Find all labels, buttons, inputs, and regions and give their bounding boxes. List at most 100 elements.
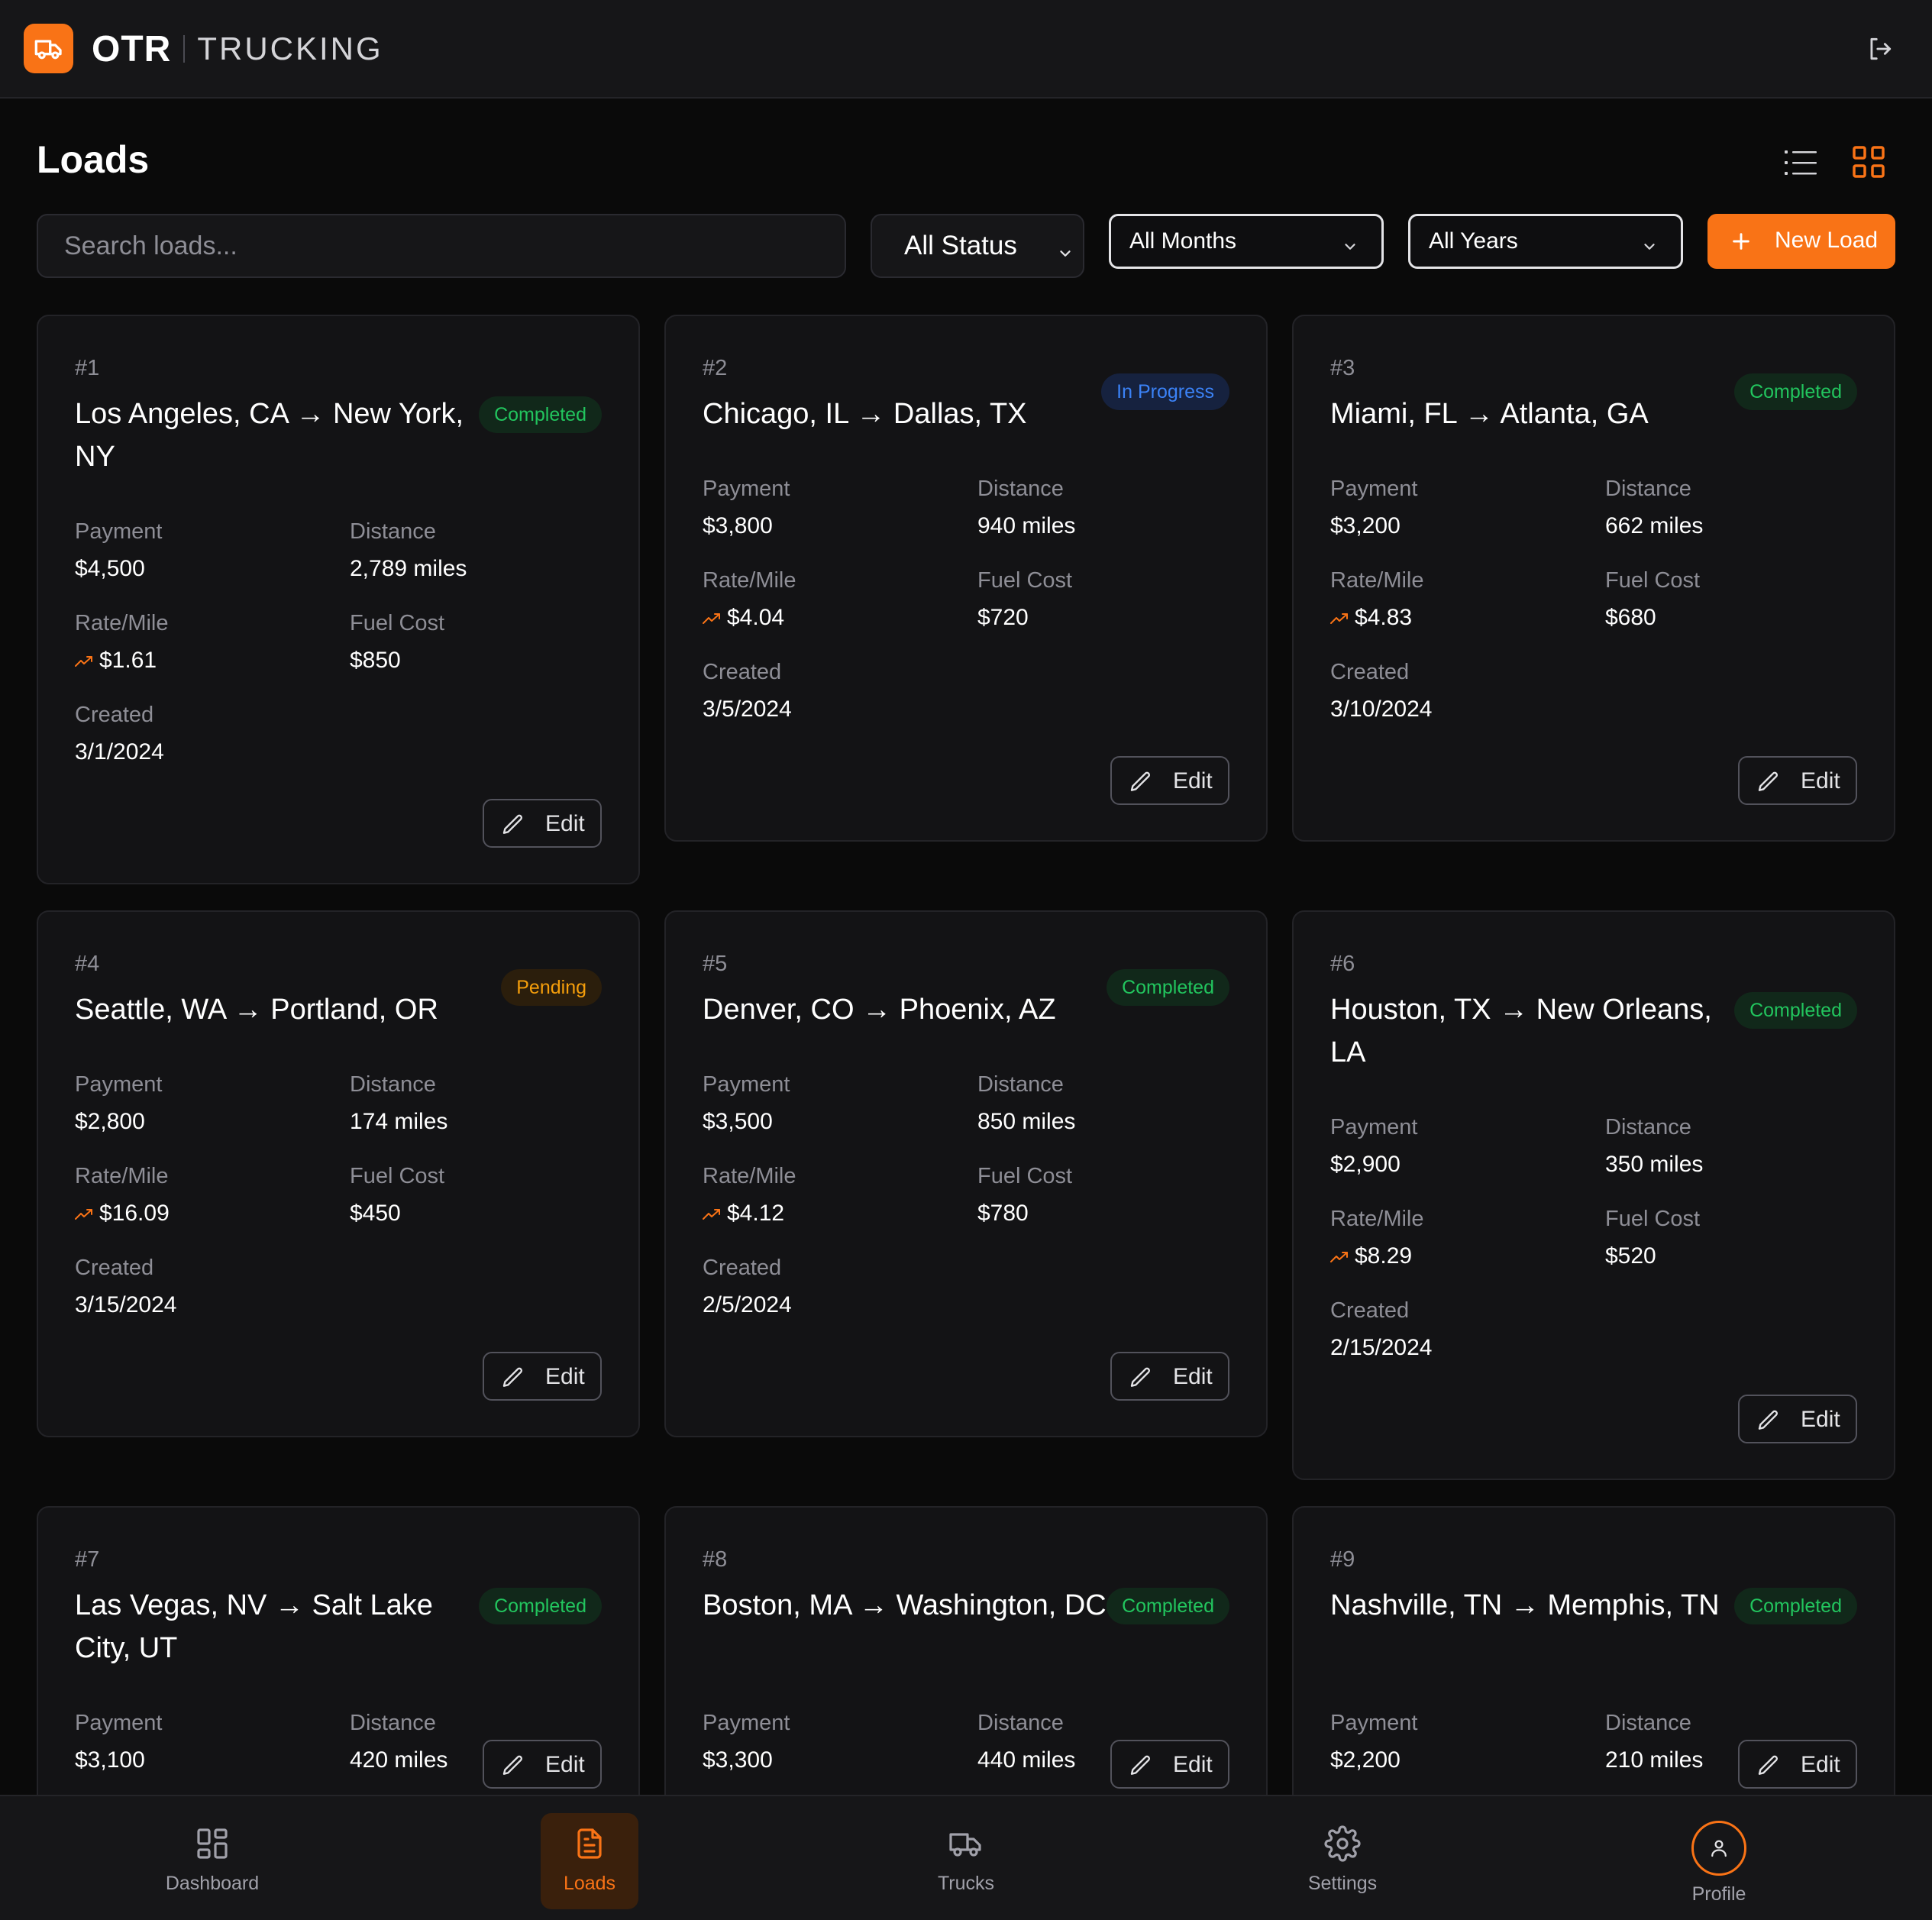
status-badge: Completed [1734,992,1857,1029]
document-icon [577,1828,602,1859]
edit-button[interactable]: Edit [1738,1395,1857,1443]
nav-profile-label: Profile [1691,1883,1746,1905]
truck-icon [949,1833,981,1857]
nav-dashboard[interactable]: Dashboard [163,1813,261,1909]
payment-label: Payment [703,1711,790,1735]
status-badge: In Progress [1101,373,1229,410]
edit-button[interactable]: Edit [1110,756,1229,805]
load-card[interactable]: #7 Las Vegas, NV → Salt Lake City, UT Comp… [37,1506,640,1918]
load-card[interactable]: #3 Miami, FL → Atlanta, GA Completed Paymen… [1292,315,1895,842]
rate-label: Rate/Mile [75,611,169,635]
payment-amount: $3,300 [703,1747,773,1773]
payment-amount: $3,500 [703,1109,773,1134]
rate-value: $8.29 [1330,1243,1412,1269]
fuel-amount: $450 [350,1201,401,1226]
trending-up-icon [703,605,721,631]
pencil-icon [1129,770,1153,800]
month-filter-dropdown[interactable]: All Months [1109,214,1384,269]
edit-button[interactable]: Edit [1738,756,1857,805]
rate-amount: $16.09 [99,1201,170,1226]
distance-value: 850 miles [977,1109,1075,1135]
nav-loads-label: Loads [563,1873,616,1894]
nav-settings-label: Settings [1307,1873,1378,1894]
load-card[interactable]: #5 Denver, CO → Phoenix, AZ Completed Payme… [664,910,1268,1437]
distance-value: 2,789 miles [350,556,467,582]
edit-label: Edit [545,811,585,836]
created-value: 3/15/2024 [75,1292,176,1318]
load-card[interactable]: #2 Chicago, IL → Dallas, TX In Progress Pay… [664,315,1268,842]
rate-value: $1.61 [75,648,157,674]
distance-amount: 2,789 miles [350,556,467,581]
pencil-icon [501,813,525,843]
edit-label: Edit [1173,1364,1213,1389]
search-input[interactable] [37,214,846,278]
status-filter-select[interactable]: All Status [871,214,1084,278]
trending-up-icon [703,1201,721,1227]
payment-value: $3,500 [703,1109,773,1135]
load-card[interactable]: #4 Seattle, WA → Portland, OR Pending Payme… [37,910,640,1437]
new-load-button[interactable]: New Load [1707,214,1895,269]
list-view-icon[interactable] [1785,147,1818,178]
status-badge: Completed [1734,373,1857,410]
load-route: Boston, MA → Washington, DC [703,1589,1107,1621]
created-date: 3/1/2024 [75,739,164,764]
trending-up-icon [1330,605,1349,631]
trending-up-icon [75,648,93,674]
created-label: Created [75,1256,154,1280]
pencil-icon [1756,1754,1781,1784]
fuel-amount: $780 [977,1201,1029,1226]
load-number: #8 [703,1547,728,1572]
created-date: 3/15/2024 [75,1292,177,1317]
distance-value: 440 miles [977,1747,1075,1773]
distance-value: 350 miles [1605,1152,1703,1178]
rate-value: $4.12 [703,1201,784,1227]
avatar [1691,1821,1746,1876]
new-load-label: New Load [1775,228,1879,253]
nav-loads[interactable]: Loads [541,1813,638,1909]
grid-view-icon[interactable] [1852,145,1885,179]
edit-button[interactable]: Edit [1110,1352,1229,1401]
status-badge: Completed [479,396,602,433]
payment-amount: $2,800 [75,1109,145,1134]
payment-label: Payment [1330,1711,1418,1735]
edit-button[interactable]: Edit [483,1352,602,1401]
gear-icon [1324,1825,1361,1862]
distance-label: Distance [977,1072,1064,1097]
load-card[interactable]: #6 Houston, TX → New Orleans, LA Completed… [1292,910,1895,1480]
edit-button[interactable]: Edit [483,799,602,848]
payment-value: $2,900 [1330,1152,1401,1178]
nav-settings[interactable]: Settings [1294,1813,1391,1909]
distance-value: 210 miles [1605,1747,1703,1773]
edit-button[interactable]: Edit [483,1740,602,1789]
distance-value: 174 miles [350,1109,447,1135]
load-card[interactable]: #8 Boston, MA → Washington, DC Completed Pa… [664,1506,1268,1918]
rate-label: Rate/Mile [1330,1207,1424,1231]
logout-icon[interactable] [1866,34,1895,63]
pencil-icon [1129,1366,1153,1396]
fuel-label: Fuel Cost [350,611,445,635]
load-route: Las Vegas, NV → Salt Lake City, UT [75,1589,433,1664]
user-icon [1711,1840,1727,1857]
created-label: Created [703,660,782,684]
payment-value: $3,100 [75,1747,145,1773]
nav-profile[interactable]: Profile [1670,1813,1768,1909]
fuel-amount: $520 [1605,1243,1656,1269]
load-card[interactable]: #1 Los Angeles, CA → New York, NY Complete… [37,315,640,884]
load-number: #1 [75,356,100,380]
load-card[interactable]: #9 Nashville, TN → Memphis, TN Completed Pa… [1292,1506,1895,1918]
payment-label: Payment [75,1072,163,1097]
edit-button[interactable]: Edit [1110,1740,1229,1789]
load-route: Nashville, TN → Memphis, TN [1330,1589,1720,1621]
fuel-label: Fuel Cost [977,568,1073,593]
nav-trucks[interactable]: Trucks [917,1813,1015,1909]
created-date: 2/15/2024 [1330,1335,1433,1360]
rate-value: $4.83 [1330,605,1412,631]
distance-value: 662 miles [1605,513,1703,539]
chevron-down-icon [1641,235,1658,261]
edit-button[interactable]: Edit [1738,1740,1857,1789]
distance-label: Distance [350,519,436,544]
year-filter-dropdown[interactable]: All Years [1408,214,1683,269]
top-bar: OTR TRUCKING [0,0,1932,99]
status-filter-value: All Status [904,231,1017,260]
payment-amount: $2,200 [1330,1747,1401,1773]
